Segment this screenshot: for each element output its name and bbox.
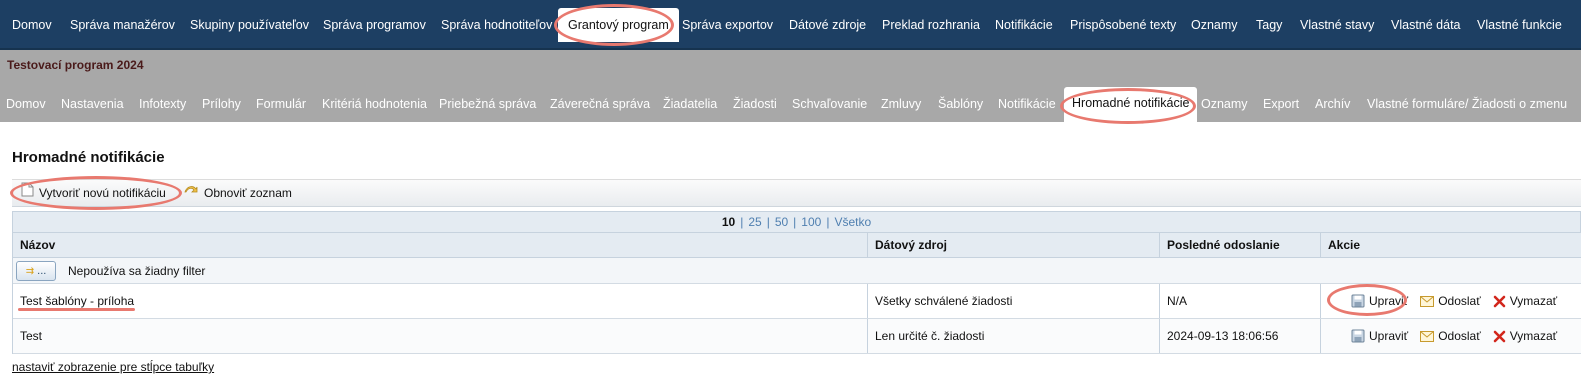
page-size-current: 10 xyxy=(721,215,736,229)
edit-label: Upraviť xyxy=(1369,294,1409,308)
topnav-item-sprava-manazerov[interactable]: Správa manažérov xyxy=(60,6,185,44)
filter-button-label: ... xyxy=(37,265,47,277)
envelope-icon xyxy=(1420,295,1435,307)
tab-nastavenia[interactable]: Nastavenia xyxy=(56,88,129,120)
tab-kriteria-hodnotenia[interactable]: Kritériá hodnotenia xyxy=(317,88,432,120)
delete-label: Vymazať xyxy=(1509,329,1558,343)
save-disk-icon xyxy=(1351,294,1365,308)
refresh-icon xyxy=(183,180,199,207)
delete-button[interactable]: Vymazať xyxy=(1493,329,1557,343)
send-label: Odoslať xyxy=(1438,329,1481,343)
topnav-item-vlastne-funkcie[interactable]: Vlastné funkcie xyxy=(1467,6,1572,44)
delete-x-icon xyxy=(1493,295,1506,307)
topnav-item-vlastne-stavy[interactable]: Vlastné stavy xyxy=(1290,6,1384,44)
send-button[interactable]: Odoslať xyxy=(1420,329,1481,343)
topnav-item-grantovy-program[interactable]: Grantový program xyxy=(558,8,679,42)
table-row: Test šablóny - príloha Všetky schválené … xyxy=(13,284,1581,319)
delete-button[interactable]: Vymazať xyxy=(1493,294,1557,308)
filter-button[interactable]: ⇉ ... xyxy=(16,261,56,281)
page-size-50[interactable]: 50 xyxy=(775,215,788,229)
edit-button[interactable]: Upraviť xyxy=(1351,294,1408,308)
tab-priebezna-sprava[interactable]: Priebežná správa xyxy=(434,88,541,120)
topnav-item-oznamy[interactable]: Oznamy xyxy=(1181,6,1248,44)
topnav-item-sprava-programov[interactable]: Správa programov xyxy=(313,6,436,44)
tab-zmluvy[interactable]: Zmluvy xyxy=(876,88,926,120)
filter-arrow-icon: ⇉ xyxy=(25,266,35,277)
row-actions: Upraviť Odoslať Vymazať xyxy=(1320,284,1581,318)
row-last-sent: N/A xyxy=(1159,284,1320,318)
edit-label: Upraviť xyxy=(1369,329,1409,343)
column-settings-link[interactable]: nastaviť zobrazenie pre stĺpce tabuľky xyxy=(12,360,214,374)
page-size-25[interactable]: 25 xyxy=(748,215,761,229)
refresh-list-button[interactable]: Obnoviť zoznam xyxy=(183,180,292,207)
tab-schvalovanie[interactable]: Schvaľovanie xyxy=(787,88,872,120)
toolbar: Vytvoriť novú notifikáciu Obnoviť zoznam xyxy=(12,179,1581,207)
tab-formular[interactable]: Formulár xyxy=(251,88,311,120)
topnav-item-sprava-hodnotitelov[interactable]: Správa hodnotiteľov xyxy=(431,6,562,44)
pagination: 10 | 25 | 50 | 100 | Všetko xyxy=(12,211,1581,233)
tab-notifikacie[interactable]: Notifikácie xyxy=(993,88,1061,120)
topnav-item-notifikacie[interactable]: Notifikácie xyxy=(985,6,1063,44)
topnav-item-vlastne-data[interactable]: Vlastné dáta xyxy=(1381,6,1471,44)
create-notification-label: Vytvoriť novú notifikáciu xyxy=(39,186,166,200)
topnav-item-tagy[interactable]: Tagy xyxy=(1246,6,1292,44)
tab-ziadatelia[interactable]: Žiadatelia xyxy=(658,88,722,120)
create-notification-button[interactable]: Vytvoriť novú notifikáciu xyxy=(21,180,166,207)
table-header: Názov Dátový zdroj Posledné odoslanie Ak… xyxy=(13,233,1581,258)
send-label: Odoslať xyxy=(1438,294,1481,308)
column-header-actions: Akcie xyxy=(1320,233,1581,257)
tab-prilohy[interactable]: Prílohy xyxy=(197,88,246,120)
main-navigation: Domov Správa manažérov Skupiny používate… xyxy=(0,0,1581,50)
topnav-item-prisposobene-texty[interactable]: Prispôsobené texty xyxy=(1060,6,1186,44)
row-name[interactable]: Test xyxy=(13,319,867,353)
tab-oznamy[interactable]: Oznamy xyxy=(1196,88,1253,120)
page-size-100[interactable]: 100 xyxy=(801,215,821,229)
tab-sablony[interactable]: Šablóny xyxy=(933,88,988,120)
tab-vlastne-formulare[interactable]: Vlastné formuláre/ Žiadosti o zmenu xyxy=(1362,88,1572,120)
tab-archiv[interactable]: Archív xyxy=(1310,88,1355,120)
page-title: Hromadné notifikácie xyxy=(12,149,165,166)
column-header-last-sent[interactable]: Posledné odoslanie xyxy=(1159,233,1320,257)
column-header-source[interactable]: Dátový zdroj xyxy=(867,233,1159,257)
filter-status-text: Nepoužíva sa žiadny filter xyxy=(68,264,206,278)
row-last-sent: 2024-09-13 18:06:56 xyxy=(1159,319,1320,353)
tab-export[interactable]: Export xyxy=(1258,88,1304,120)
row-actions: Upraviť Odoslať Vymazať xyxy=(1320,319,1581,353)
column-header-name[interactable]: Názov xyxy=(13,233,867,257)
topnav-item-preklad-rozhrania[interactable]: Preklad rozhrania xyxy=(872,6,990,44)
tab-zaverecna-sprava[interactable]: Záverečná správa xyxy=(545,88,655,120)
tab-infotexty[interactable]: Infotexty xyxy=(134,88,191,120)
row-name[interactable]: Test šablóny - príloha xyxy=(13,284,867,318)
tab-ziadosti[interactable]: Žiadosti xyxy=(728,88,782,120)
topnav-item-domov[interactable]: Domov xyxy=(2,6,62,44)
tab-domov[interactable]: Domov xyxy=(1,88,51,120)
topnav-item-sprava-exportov[interactable]: Správa exportov xyxy=(672,6,783,44)
new-document-icon xyxy=(21,180,34,207)
topnav-item-datove-zdroje[interactable]: Dátové zdroje xyxy=(779,6,876,44)
page-size-all[interactable]: Všetko xyxy=(834,215,871,229)
program-title: Testovací program 2024 xyxy=(7,58,144,72)
refresh-list-label: Obnoviť zoznam xyxy=(204,186,292,200)
tab-hromadne-notifikacie[interactable]: Hromadné notifikácie xyxy=(1064,87,1198,122)
envelope-icon xyxy=(1420,330,1435,342)
program-bar: Testovací program 2024 Domov Nastavenia … xyxy=(0,50,1581,122)
table-row: Test Len určité č. žiadosti 2024-09-13 1… xyxy=(13,319,1581,354)
save-disk-icon xyxy=(1351,329,1365,343)
row-source: Len určité č. žiadosti xyxy=(867,319,1159,353)
delete-label: Vymazať xyxy=(1509,294,1558,308)
edit-button[interactable]: Upraviť xyxy=(1351,329,1408,343)
delete-x-icon xyxy=(1493,330,1506,342)
row-source: Všetky schválené žiadosti xyxy=(867,284,1159,318)
send-button[interactable]: Odoslať xyxy=(1420,294,1481,308)
topnav-item-skupiny-pouzivatelov[interactable]: Skupiny používateľov xyxy=(180,6,319,44)
filter-row: ⇉ ... Nepoužíva sa žiadny filter xyxy=(13,258,1581,284)
notifications-table: Názov Dátový zdroj Posledné odoslanie Ak… xyxy=(12,233,1581,354)
